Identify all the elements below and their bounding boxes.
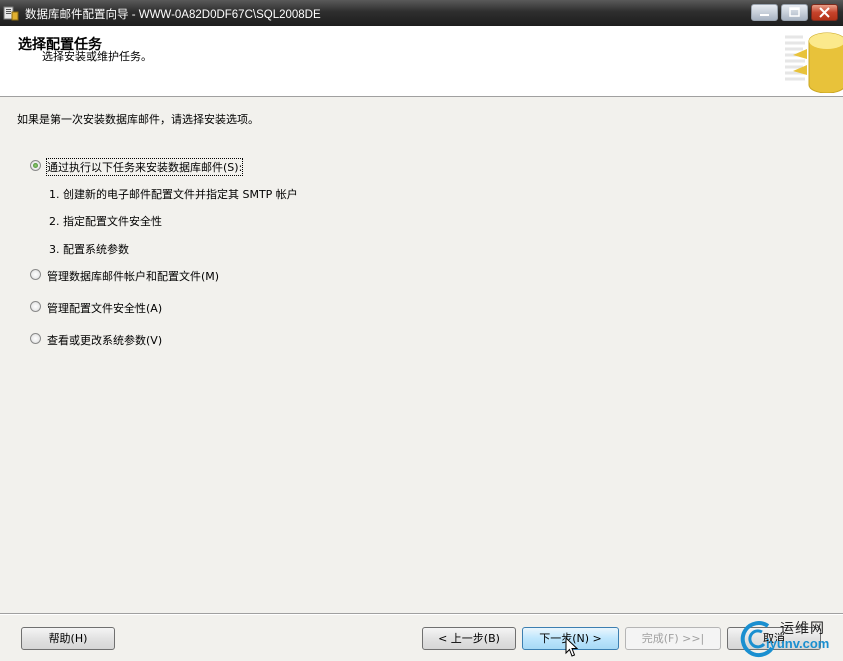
minimize-button[interactable] bbox=[751, 4, 778, 21]
option-install-label[interactable]: 通过执行以下任务来安装数据库邮件(S): bbox=[45, 158, 244, 176]
database-icon bbox=[783, 29, 843, 93]
option-system-params-label[interactable]: 查看或更改系统参数(V) bbox=[47, 332, 162, 348]
back-button[interactable]: < 上一步(B) bbox=[422, 627, 516, 650]
minimize-icon bbox=[760, 14, 769, 16]
wizard-app-icon bbox=[3, 6, 19, 21]
radio-manage-accounts[interactable] bbox=[30, 269, 41, 280]
watermark-url: iyunv.com bbox=[766, 636, 830, 651]
page-subtitle: 选择安装或维护任务。 bbox=[42, 50, 152, 63]
window-titlebar[interactable]: 数据库邮件配置向导 - WWW-0A82D0DF67C\SQL2008DE bbox=[0, 0, 843, 26]
maximize-icon bbox=[789, 7, 800, 17]
maximize-button[interactable] bbox=[781, 4, 808, 21]
option-manage-accounts-label[interactable]: 管理数据库邮件帐户和配置文件(M) bbox=[47, 268, 219, 284]
finish-button: 完成(F) >>| bbox=[625, 627, 721, 650]
step-3: 3. 配置系统参数 bbox=[49, 243, 129, 256]
help-button[interactable]: 帮助(H) bbox=[21, 627, 115, 650]
option-profile-security-label[interactable]: 管理配置文件安全性(A) bbox=[47, 300, 162, 316]
radio-system-params[interactable] bbox=[30, 333, 41, 344]
wizard-header: 选择配置任务 选择安装或维护任务。 bbox=[0, 26, 843, 97]
watermark-text: 运维网 bbox=[780, 621, 825, 637]
mouse-cursor-icon bbox=[565, 637, 579, 657]
intro-text: 如果是第一次安装数据库邮件，请选择安装选项。 bbox=[17, 113, 259, 126]
step-2: 2. 指定配置文件安全性 bbox=[49, 215, 162, 228]
watermark: 运维网 iyunv.com bbox=[738, 612, 843, 661]
radio-install[interactable] bbox=[30, 160, 41, 171]
window-title: 数据库邮件配置向导 - WWW-0A82D0DF67C\SQL2008DE bbox=[25, 9, 321, 21]
footer-separator bbox=[0, 613, 843, 615]
close-icon bbox=[819, 7, 830, 18]
close-button[interactable] bbox=[811, 4, 838, 21]
step-1: 1. 创建新的电子邮件配置文件并指定其 SMTP 帐户 bbox=[49, 188, 298, 201]
radio-profile-security[interactable] bbox=[30, 301, 41, 312]
